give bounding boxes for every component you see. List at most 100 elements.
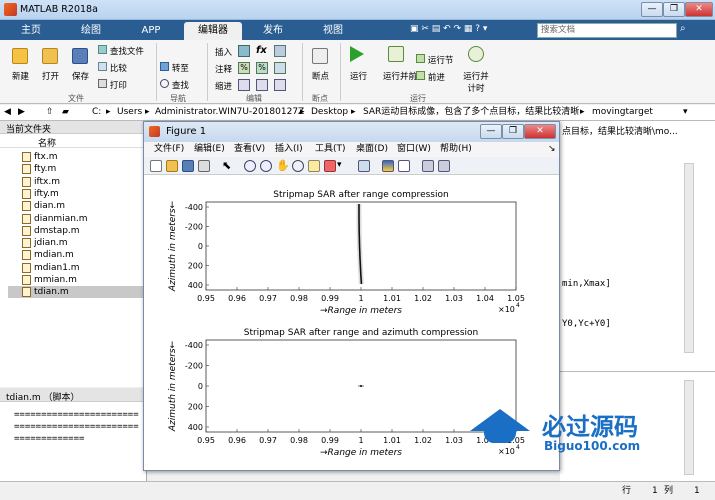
zoom-in-icon[interactable] <box>244 160 256 172</box>
tab-home[interactable]: 主页 <box>6 22 56 40</box>
address-part-users[interactable]: Users <box>117 105 142 120</box>
save-figure-icon[interactable] <box>182 160 194 172</box>
forward-arrow-icon[interactable]: ▶ <box>18 105 25 120</box>
find-button[interactable]: 查找 <box>160 79 189 91</box>
file-list-item[interactable]: ifty.m <box>8 188 146 200</box>
file-list-item[interactable]: dmstap.m <box>8 225 146 237</box>
hide-tools-icon[interactable] <box>422 160 434 172</box>
run-button-label[interactable]: 运行 <box>350 70 367 82</box>
data-cursor-icon[interactable] <box>308 160 320 172</box>
figure-close-button[interactable]: ✕ <box>524 124 556 139</box>
editor-panel[interactable]: 点目标，结果比较清晰\mo... min,Xmax] Y0,Yc+Y0] <box>560 121 715 371</box>
dock-icon[interactable]: ↘ <box>548 142 556 157</box>
file-list-item[interactable]: mdian1.m <box>8 262 146 274</box>
menu-insert[interactable]: 插入(I) <box>275 142 303 157</box>
search-icon[interactable]: ⌕ <box>680 23 694 38</box>
file-list-item[interactable]: ftx.m <box>8 151 146 163</box>
tab-apps[interactable]: APP <box>126 22 176 40</box>
tab-publish[interactable]: 发布 <box>248 22 298 40</box>
file-list-item[interactable]: dian.m <box>8 200 146 212</box>
breakpoint-button-label[interactable]: 断点 <box>312 70 329 82</box>
goto-button[interactable]: 转至 <box>160 62 189 74</box>
new-icon[interactable] <box>12 48 28 64</box>
indent-button[interactable]: 缩进 <box>215 80 232 92</box>
rotate-3d-icon[interactable] <box>292 160 304 172</box>
advance-button[interactable]: 前进 <box>416 71 445 83</box>
run-advance-icon[interactable] <box>388 46 404 62</box>
open-button-label[interactable]: 打开 <box>42 70 59 82</box>
save-button-label[interactable]: 保存 <box>72 70 89 82</box>
insert-section-icon[interactable] <box>238 45 250 57</box>
run-and-time-label[interactable]: 运行并计时 <box>460 70 492 94</box>
menu-view[interactable]: 查看(V) <box>234 142 265 157</box>
link-plot-icon[interactable] <box>358 160 370 172</box>
insert-button[interactable]: 插入 <box>215 46 232 58</box>
column-header[interactable]: 名称 <box>0 135 146 149</box>
print-button[interactable]: 打印 <box>98 79 127 91</box>
address-dropdown-icon[interactable]: ▾ <box>683 105 688 120</box>
uncomment-icon[interactable]: % <box>256 62 268 74</box>
address-part-desktop[interactable]: Desktop <box>311 105 348 120</box>
browse-folder-icon[interactable]: ▰ <box>62 105 69 120</box>
fx-icon[interactable]: fx <box>256 45 267 56</box>
figure-title-bar[interactable]: Figure 1 — ❐ ✕ <box>144 122 559 142</box>
up-folder-icon[interactable]: ⇧ <box>46 105 54 120</box>
print-figure-icon[interactable] <box>198 160 210 172</box>
increase-indent-icon[interactable] <box>274 79 286 91</box>
zoom-out-icon[interactable] <box>260 160 272 172</box>
menu-file[interactable]: 文件(F) <box>154 142 184 157</box>
menu-window[interactable]: 窗口(W) <box>397 142 431 157</box>
file-list-item[interactable]: tdian.m <box>8 286 146 299</box>
editor-scrollbar[interactable] <box>684 163 694 353</box>
menu-edit[interactable]: 编辑(E) <box>194 142 225 157</box>
open-folder-icon[interactable] <box>42 48 58 64</box>
tab-editor[interactable]: 编辑器 <box>184 22 242 40</box>
file-list-item[interactable]: fty.m <box>8 163 146 175</box>
show-tools-icon[interactable] <box>438 160 450 172</box>
pointer-icon[interactable]: ⬉ <box>222 159 231 172</box>
address-part-folder[interactable]: movingtarget <box>592 105 653 120</box>
wrap-comments-icon[interactable] <box>274 62 286 74</box>
address-part-project[interactable]: SAR运动目标成像，包含了多个点目标，结果比较清晰 <box>363 105 579 120</box>
menu-desktop[interactable]: 桌面(D) <box>356 142 388 157</box>
legend-icon[interactable] <box>398 160 410 172</box>
address-part-drive[interactable]: C: <box>92 105 101 120</box>
restore-button[interactable]: ❐ <box>663 2 685 17</box>
open-file-icon[interactable] <box>166 160 178 172</box>
new-figure-icon[interactable] <box>150 160 162 172</box>
address-part-user[interactable]: Administrator.WIN7U-20180127Z <box>155 105 304 120</box>
minimize-button[interactable]: — <box>641 2 663 17</box>
brush-icon[interactable] <box>324 160 336 172</box>
smart-indent-icon[interactable] <box>238 79 250 91</box>
figure-restore-button[interactable]: ❐ <box>502 124 524 139</box>
command-scrollbar[interactable] <box>684 380 694 475</box>
comment-button[interactable]: 注释 <box>215 63 232 75</box>
colorbar-icon[interactable] <box>382 160 394 172</box>
run-section-button[interactable]: 运行节 <box>416 54 453 66</box>
file-list-item[interactable]: mdian.m <box>8 249 146 261</box>
search-documentation-input[interactable]: 搜索文档 <box>537 23 677 38</box>
address-bar[interactable]: ◀ ▶ ⇧ ▰ C: ▸ Users ▸ Administrator.WIN7U… <box>0 105 715 121</box>
insert-more-icon[interactable] <box>274 45 286 57</box>
figure-minimize-button[interactable]: — <box>480 124 502 139</box>
tab-view[interactable]: 视图 <box>308 22 358 40</box>
back-arrow-icon[interactable]: ◀ <box>4 105 11 120</box>
comment-percent-icon[interactable]: % <box>238 62 250 74</box>
brush-dropdown-icon[interactable]: ▾ <box>337 160 342 170</box>
compare-button[interactable]: 比较 <box>98 62 127 74</box>
file-list-item[interactable]: dianmian.m <box>8 213 146 225</box>
file-list-item[interactable]: iftx.m <box>8 176 146 188</box>
tab-plots[interactable]: 绘图 <box>66 22 116 40</box>
file-list-item[interactable]: mmian.m <box>8 274 146 286</box>
breakpoint-icon[interactable] <box>312 48 328 64</box>
find-files-button[interactable]: 查找文件 <box>98 45 144 57</box>
pan-icon[interactable]: ✋ <box>276 159 290 172</box>
close-button[interactable]: ✕ <box>685 2 713 17</box>
save-icon[interactable] <box>72 48 88 64</box>
quick-access-toolbar[interactable]: ▣ ✂ ▤ ↶ ↷ ▦ ? ▾ <box>410 24 530 36</box>
run-and-time-icon[interactable] <box>468 46 484 62</box>
menu-tools[interactable]: 工具(T) <box>315 142 346 157</box>
run-icon[interactable] <box>350 46 364 62</box>
file-list-item[interactable]: jdian.m <box>8 237 146 249</box>
new-button-label[interactable]: 新建 <box>12 70 29 82</box>
